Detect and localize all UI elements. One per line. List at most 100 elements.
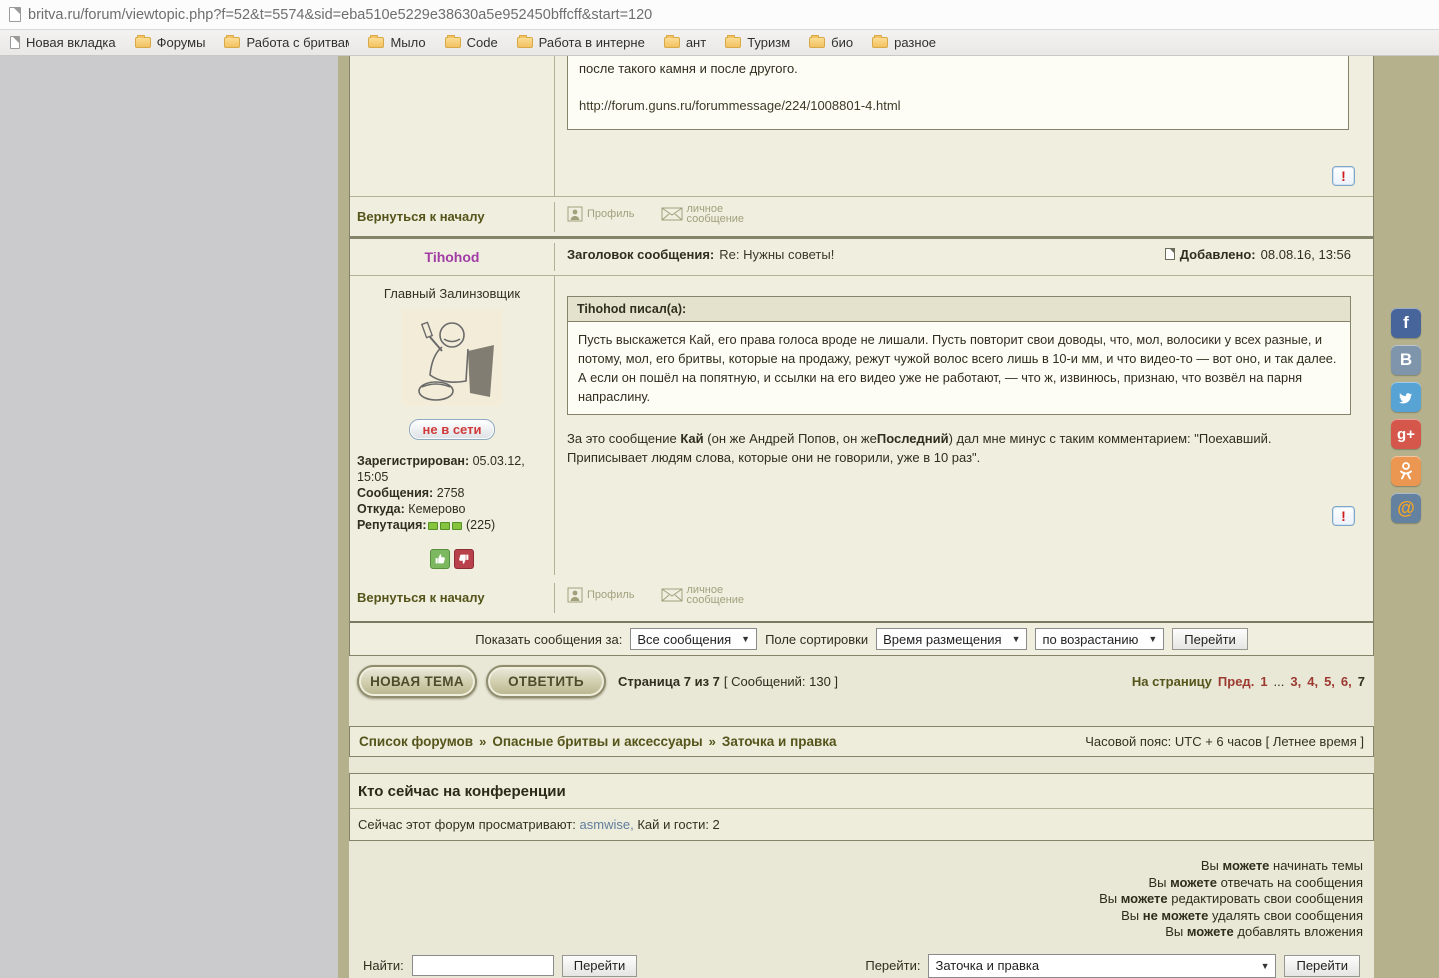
bookmark-folder-misc[interactable]: разное — [872, 35, 936, 50]
envelope-icon — [661, 207, 683, 221]
jump-group: Перейти: Заточка и правка▼ Перейти — [865, 954, 1360, 978]
sort-order-select[interactable]: по возрастанию▼ — [1035, 628, 1164, 650]
user-stats: Зарегистрирован: 05.03.12, 15:05 Сообщен… — [357, 453, 547, 533]
vkontakte-share-button[interactable]: В — [1391, 345, 1421, 375]
forum-content: после такого камня и после другого. http… — [349, 56, 1374, 978]
search-go-button[interactable]: Перейти — [562, 955, 638, 977]
reputation-line: Репутация: (225) — [357, 517, 547, 533]
display-controls: Показать сообщения за: Все сообщения▼ По… — [350, 621, 1373, 655]
post1-footer-left: Вернуться к началу — [350, 202, 555, 232]
folder-icon — [135, 37, 151, 48]
profile-button[interactable]: Профиль — [567, 206, 635, 222]
profile-button[interactable]: Профиль — [567, 587, 635, 603]
post1-message-cell: после такого камня и после другого. http… — [555, 56, 1373, 196]
subject-link[interactable]: Re: Нужны советы! — [719, 247, 834, 262]
prev-page-link[interactable]: Пред. — [1218, 674, 1254, 689]
page-link-3[interactable]: 3, — [1290, 674, 1301, 689]
report-post-button[interactable]: ! — [1332, 166, 1355, 186]
post1-footer: Вернуться к началу Профиль личноесообщен… — [350, 196, 1373, 236]
back-to-top-link[interactable]: Вернуться к началу — [357, 209, 485, 224]
breadcrumb-category[interactable]: Опасные бритвы и аксессуары — [492, 734, 702, 749]
post1-quote-line: после такого камня и после другого. — [579, 61, 1337, 76]
page-icon — [10, 36, 20, 49]
chevron-down-icon: ▼ — [741, 634, 750, 644]
back-to-top-link[interactable]: Вернуться к началу — [357, 590, 485, 605]
search-input[interactable] — [412, 955, 554, 976]
left-gutter — [0, 56, 338, 978]
twitter-bird-icon — [1397, 390, 1415, 405]
post1-user-cell — [350, 56, 555, 196]
bookmark-folder-razors[interactable]: Работа с бритвам — [224, 35, 349, 50]
reply-button[interactable]: ОТВЕТИТЬ — [486, 665, 606, 698]
post2-header: Tihohod Заголовок сообщения: Re: Нужны с… — [350, 239, 1373, 275]
topic-actions: НОВАЯ ТЕМА ОТВЕТИТЬ Страница 7 из 7[ Соо… — [349, 664, 1374, 698]
document-icon — [1165, 248, 1175, 260]
sort-field-select[interactable]: Время размещения▼ — [876, 628, 1027, 650]
page-link-6[interactable]: 6, — [1341, 674, 1352, 689]
new-topic-button[interactable]: НОВАЯ ТЕМА — [357, 665, 477, 698]
mention-posledniy: Последний — [877, 431, 949, 446]
post2-footer-left: Вернуться к началу — [350, 583, 555, 613]
online-user-kai[interactable]: Кай — [637, 817, 659, 832]
quote-author: Tihohod писал(а): — [567, 296, 1351, 321]
bookmark-folder-code[interactable]: Code — [445, 35, 498, 50]
thumbs-up-button[interactable] — [430, 549, 450, 569]
bookmark-folder-bio[interactable]: био — [809, 35, 853, 50]
mailru-share-button[interactable]: @ — [1391, 493, 1421, 523]
mention-kai: Кай — [680, 431, 703, 446]
bookmark-folder-ant[interactable]: ант — [664, 35, 706, 50]
online-status-badge[interactable]: не в сети — [409, 419, 496, 440]
user-rank: Главный Залинзовщик — [357, 286, 547, 301]
online-user-asmwise[interactable]: asmwise, — [580, 817, 634, 832]
permission-line: Вы можете редактировать свои сообщения — [349, 891, 1363, 908]
post1-footer-right: Профиль личноесообщение — [555, 204, 1373, 230]
reputation-square — [452, 522, 462, 530]
breadcrumb-forum[interactable]: Заточка и правка — [722, 734, 837, 749]
folder-icon — [368, 37, 384, 48]
post2-body: Главный Залинзовщик не в сети — [350, 275, 1373, 575]
address-bar[interactable]: britva.ru/forum/viewtopic.php?f=52&t=557… — [0, 0, 1439, 30]
who-is-online-box: Кто сейчас на конференции Сейчас этот фо… — [349, 773, 1374, 841]
bookmark-folder-forums[interactable]: Форумы — [135, 35, 206, 50]
controls-go-button[interactable]: Перейти — [1172, 628, 1248, 650]
messages-line: Сообщения: 2758 — [357, 485, 547, 501]
private-message-button[interactable]: личноесообщение — [661, 204, 745, 224]
folder-icon — [445, 37, 461, 48]
registered-line: Зарегистрирован: 05.03.12, 15:05 — [357, 453, 547, 485]
folder-icon — [664, 37, 680, 48]
show-posts-select[interactable]: Все сообщения▼ — [630, 628, 757, 650]
username-link[interactable]: Tihohod — [357, 249, 547, 265]
posted-time: 08.08.16, 13:56 — [1261, 247, 1351, 262]
jump-label: Перейти: — [865, 958, 920, 973]
post-row: после такого камня и после другого. http… — [350, 56, 1373, 196]
bookmarks-bar: Новая вкладка Форумы Работа с бритвам Мы… — [0, 30, 1439, 56]
reputation-square — [428, 522, 438, 530]
facebook-share-button[interactable]: f — [1391, 308, 1421, 338]
chevron-down-icon: ▼ — [1012, 634, 1021, 644]
social-share-bar: f В g+ @ — [1391, 308, 1421, 530]
page-link-1[interactable]: 1 — [1260, 674, 1267, 689]
bookmark-folder-tourism[interactable]: Туризм — [725, 35, 790, 50]
odnoklassniki-share-button[interactable] — [1391, 456, 1421, 486]
bookmark-folder-soap[interactable]: Мыло — [368, 35, 425, 50]
who-is-online-title: Кто сейчас на конференции — [350, 774, 1373, 809]
private-message-button[interactable]: личноесообщение — [661, 585, 745, 605]
report-post-button[interactable]: ! — [1332, 506, 1355, 526]
jump-go-button[interactable]: Перейти — [1284, 955, 1360, 977]
breadcrumb-forum-index[interactable]: Список форумов — [359, 734, 473, 749]
page-link-5[interactable]: 5, — [1324, 674, 1335, 689]
twitter-share-button[interactable] — [1391, 382, 1421, 412]
bookmark-new-tab[interactable]: Новая вкладка — [10, 35, 116, 50]
permission-line: Вы можете отвечать на сообщения — [349, 875, 1363, 892]
page-link-4[interactable]: 4, — [1307, 674, 1318, 689]
from-line: Откуда: Кемерово — [357, 501, 547, 517]
thumbs-down-button[interactable] — [454, 549, 474, 569]
post2-subject-cell: Заголовок сообщения: Re: Нужны советы! Д… — [555, 247, 1373, 268]
forum-jump-select[interactable]: Заточка и правка▼ — [928, 954, 1276, 978]
odnoklassniki-icon — [1399, 462, 1413, 480]
bookmark-folder-internet-work[interactable]: Работа в интерне — [517, 35, 645, 50]
google-plus-share-button[interactable]: g+ — [1391, 419, 1421, 449]
posted-info: Добавлено: 08.08.16, 13:56 — [1165, 247, 1351, 262]
pagination: На страницу Пред. 1 ... 3, 4, 5, 6, 7 — [1132, 674, 1365, 689]
external-link-guns-forum[interactable]: http://forum.guns.ru/forummessage/224/10… — [579, 98, 1337, 113]
